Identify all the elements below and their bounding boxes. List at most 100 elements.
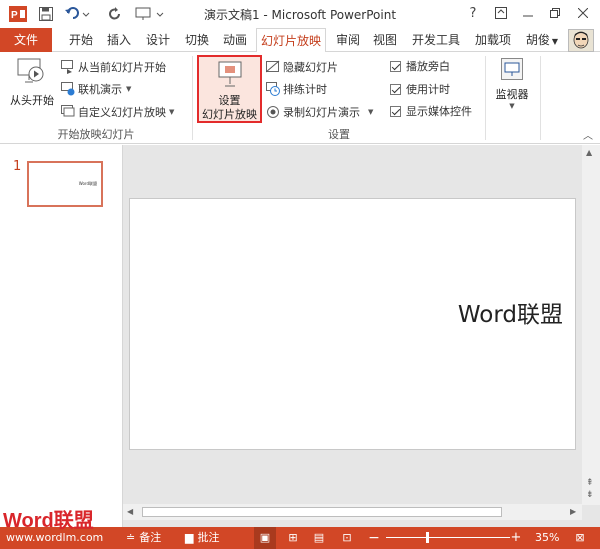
tab-addins[interactable]: 加载项 <box>471 28 515 52</box>
hide-slide-icon <box>265 60 280 74</box>
rehearse-clock-icon <box>266 82 280 96</box>
custom-show-icon <box>61 105 75 119</box>
restore-icon[interactable] <box>544 3 566 23</box>
from-beginning-label: 从头开始 <box>10 94 54 107</box>
reading-view-button[interactable]: ▤ <box>308 527 330 549</box>
show-media-controls-checkbox[interactable]: 显示媒体控件 <box>390 103 472 119</box>
tab-transitions[interactable]: 切换 <box>182 28 212 52</box>
tab-developer[interactable]: 开发工具 <box>408 28 464 52</box>
slideshow-from-beginning-icon <box>17 58 45 87</box>
avatar[interactable] <box>568 29 594 52</box>
from-current-icon <box>61 60 75 74</box>
slide-sorter-icon: ⊞ <box>288 531 298 544</box>
tab-home[interactable]: 开始 <box>66 28 96 52</box>
scroll-up-icon[interactable]: ▲ <box>586 148 592 157</box>
ribbon-display-options-icon[interactable] <box>490 3 512 23</box>
slide-thumbnail[interactable]: Word联盟 <box>27 161 103 207</box>
tab-review[interactable]: 审阅 <box>333 28 363 52</box>
from-current-slide-button[interactable]: 从当前幻灯片开始 <box>61 59 166 75</box>
rehearse-label: 排练计时 <box>283 83 327 96</box>
slide-show-view-icon: ⊡ <box>342 531 352 544</box>
monitors-button[interactable]: 监视器 ▼ <box>490 56 534 120</box>
slide-sorter-button[interactable]: ⊞ <box>282 527 304 549</box>
chevron-down-icon: ▼ <box>368 108 374 116</box>
zoom-out-button[interactable]: − <box>364 527 384 549</box>
previous-slide-icon[interactable]: ⇞ <box>586 478 594 488</box>
present-online-label: 联机演示 <box>78 83 122 96</box>
chevron-down-icon: ▼ <box>551 37 559 46</box>
slide-number: 1 <box>13 159 22 174</box>
title-bar: P 演示文稿1 - Microsoft PowerPoint ? <box>0 0 600 28</box>
slide-text-box[interactable]: Word联盟 <box>458 295 563 329</box>
minimize-icon[interactable] <box>517 3 539 23</box>
hide-slide-label: 隐藏幻灯片 <box>283 61 338 74</box>
record-slide-show-button[interactable]: 录制幻灯片演示 ▼ <box>266 104 373 120</box>
watermark-url: www.wordlm.com <box>6 531 104 544</box>
tab-slide-show[interactable]: 幻灯片放映 <box>256 28 326 53</box>
ribbon: 从头开始 从当前幻灯片开始 联机演示 ▼ 自定义幻灯片放映 ▼ 开始放映幻灯片 … <box>0 52 600 144</box>
slide-show-view-button[interactable]: ⊡ <box>336 527 358 549</box>
notes-icon: ≐ <box>126 531 136 544</box>
notes-label: 备注 <box>139 531 162 544</box>
play-narrations-label: 播放旁白 <box>406 60 450 73</box>
comments-icon: ▆ <box>185 531 194 544</box>
play-narrations-checkbox[interactable]: 播放旁白 <box>390 58 450 74</box>
ribbon-tab-bar: 文件 开始 插入 设计 切换 动画 幻灯片放映 审阅 视图 开发工具 加载项 胡… <box>0 28 600 53</box>
zoom-in-button[interactable]: + <box>508 527 524 549</box>
slide-canvas[interactable]: Word联盟 <box>129 198 576 450</box>
start-group-label: 开始放映幻灯片 <box>57 128 135 141</box>
checkbox-checked-icon <box>390 105 401 117</box>
slide-thumbnail-pane: 1 Word联盟 <box>0 145 123 527</box>
vertical-scrollbar[interactable]: ▲ ⇞ ⇟ <box>582 145 600 505</box>
collapse-ribbon-icon[interactable]: ︿ <box>583 127 593 142</box>
present-online-icon <box>61 82 75 96</box>
scroll-left-icon[interactable]: ◀ <box>127 507 133 516</box>
user-name: 胡俊 <box>525 33 550 47</box>
user-name-menu[interactable]: 胡俊 ▼ <box>523 28 561 52</box>
record-icon <box>266 105 280 119</box>
group-divider <box>485 56 486 140</box>
scroll-right-icon[interactable]: ▶ <box>570 507 576 516</box>
zoom-level[interactable]: 35% <box>535 527 559 549</box>
set-up-slide-show-button[interactable]: 设置 幻灯片放映 <box>197 55 262 123</box>
setup-group-label: 设置 <box>328 128 350 141</box>
from-current-label: 从当前幻灯片开始 <box>78 61 166 74</box>
comments-label: 批注 <box>197 531 220 544</box>
normal-view-icon: ▣ <box>259 531 271 544</box>
tab-design[interactable]: 设计 <box>143 28 173 52</box>
notes-button[interactable]: ≐ 备注 <box>126 527 161 549</box>
zoom-slider-thumb[interactable] <box>426 532 429 543</box>
normal-view-button[interactable]: ▣ <box>254 527 276 549</box>
custom-slide-show-button[interactable]: 自定义幻灯片放映 ▼ <box>61 104 174 120</box>
fit-slide-icon[interactable]: ⊠ <box>570 527 590 549</box>
checkbox-checked-icon <box>390 83 401 95</box>
reading-view-icon: ▤ <box>313 531 325 544</box>
set-up-slideshow-icon <box>216 60 244 91</box>
from-beginning-button[interactable]: 从头开始 <box>6 58 54 116</box>
custom-show-label: 自定义幻灯片放映 <box>78 106 166 119</box>
chevron-down-icon: ▼ <box>509 102 515 110</box>
record-label: 录制幻灯片演示 <box>283 106 360 119</box>
rehearse-timings-button[interactable]: 排练计时 <box>266 81 327 97</box>
hide-slide-button[interactable]: 隐藏幻灯片 <box>265 59 338 75</box>
close-icon[interactable] <box>572 3 594 23</box>
tab-view[interactable]: 视图 <box>370 28 400 52</box>
help-button[interactable]: ? <box>462 3 484 23</box>
group-divider <box>540 56 541 140</box>
tab-file[interactable]: 文件 <box>0 28 52 52</box>
set-up-label-line2: 幻灯片放映 <box>202 108 257 121</box>
chevron-down-icon: ▼ <box>126 85 132 93</box>
use-timings-checkbox[interactable]: 使用计时 <box>390 81 450 97</box>
present-online-button[interactable]: 联机演示 ▼ <box>61 81 131 97</box>
next-slide-icon[interactable]: ⇟ <box>586 490 594 500</box>
comments-button[interactable]: ▆ 批注 <box>185 527 219 549</box>
checkbox-checked-icon <box>390 60 401 72</box>
tab-animations[interactable]: 动画 <box>220 28 250 52</box>
monitor-icon <box>501 58 523 85</box>
chevron-down-icon: ▼ <box>169 108 175 116</box>
status-bar: Word联盟 www.wordlm.com ≐ 备注 ▆ 批注 ▣ ⊞ ▤ ⊡ − … <box>0 510 600 549</box>
horizontal-scrollbar[interactable]: ◀ ▶ <box>123 504 582 520</box>
horizontal-scroll-thumb[interactable] <box>142 507 502 517</box>
tab-insert[interactable]: 插入 <box>104 28 134 52</box>
zoom-slider[interactable] <box>386 532 510 543</box>
